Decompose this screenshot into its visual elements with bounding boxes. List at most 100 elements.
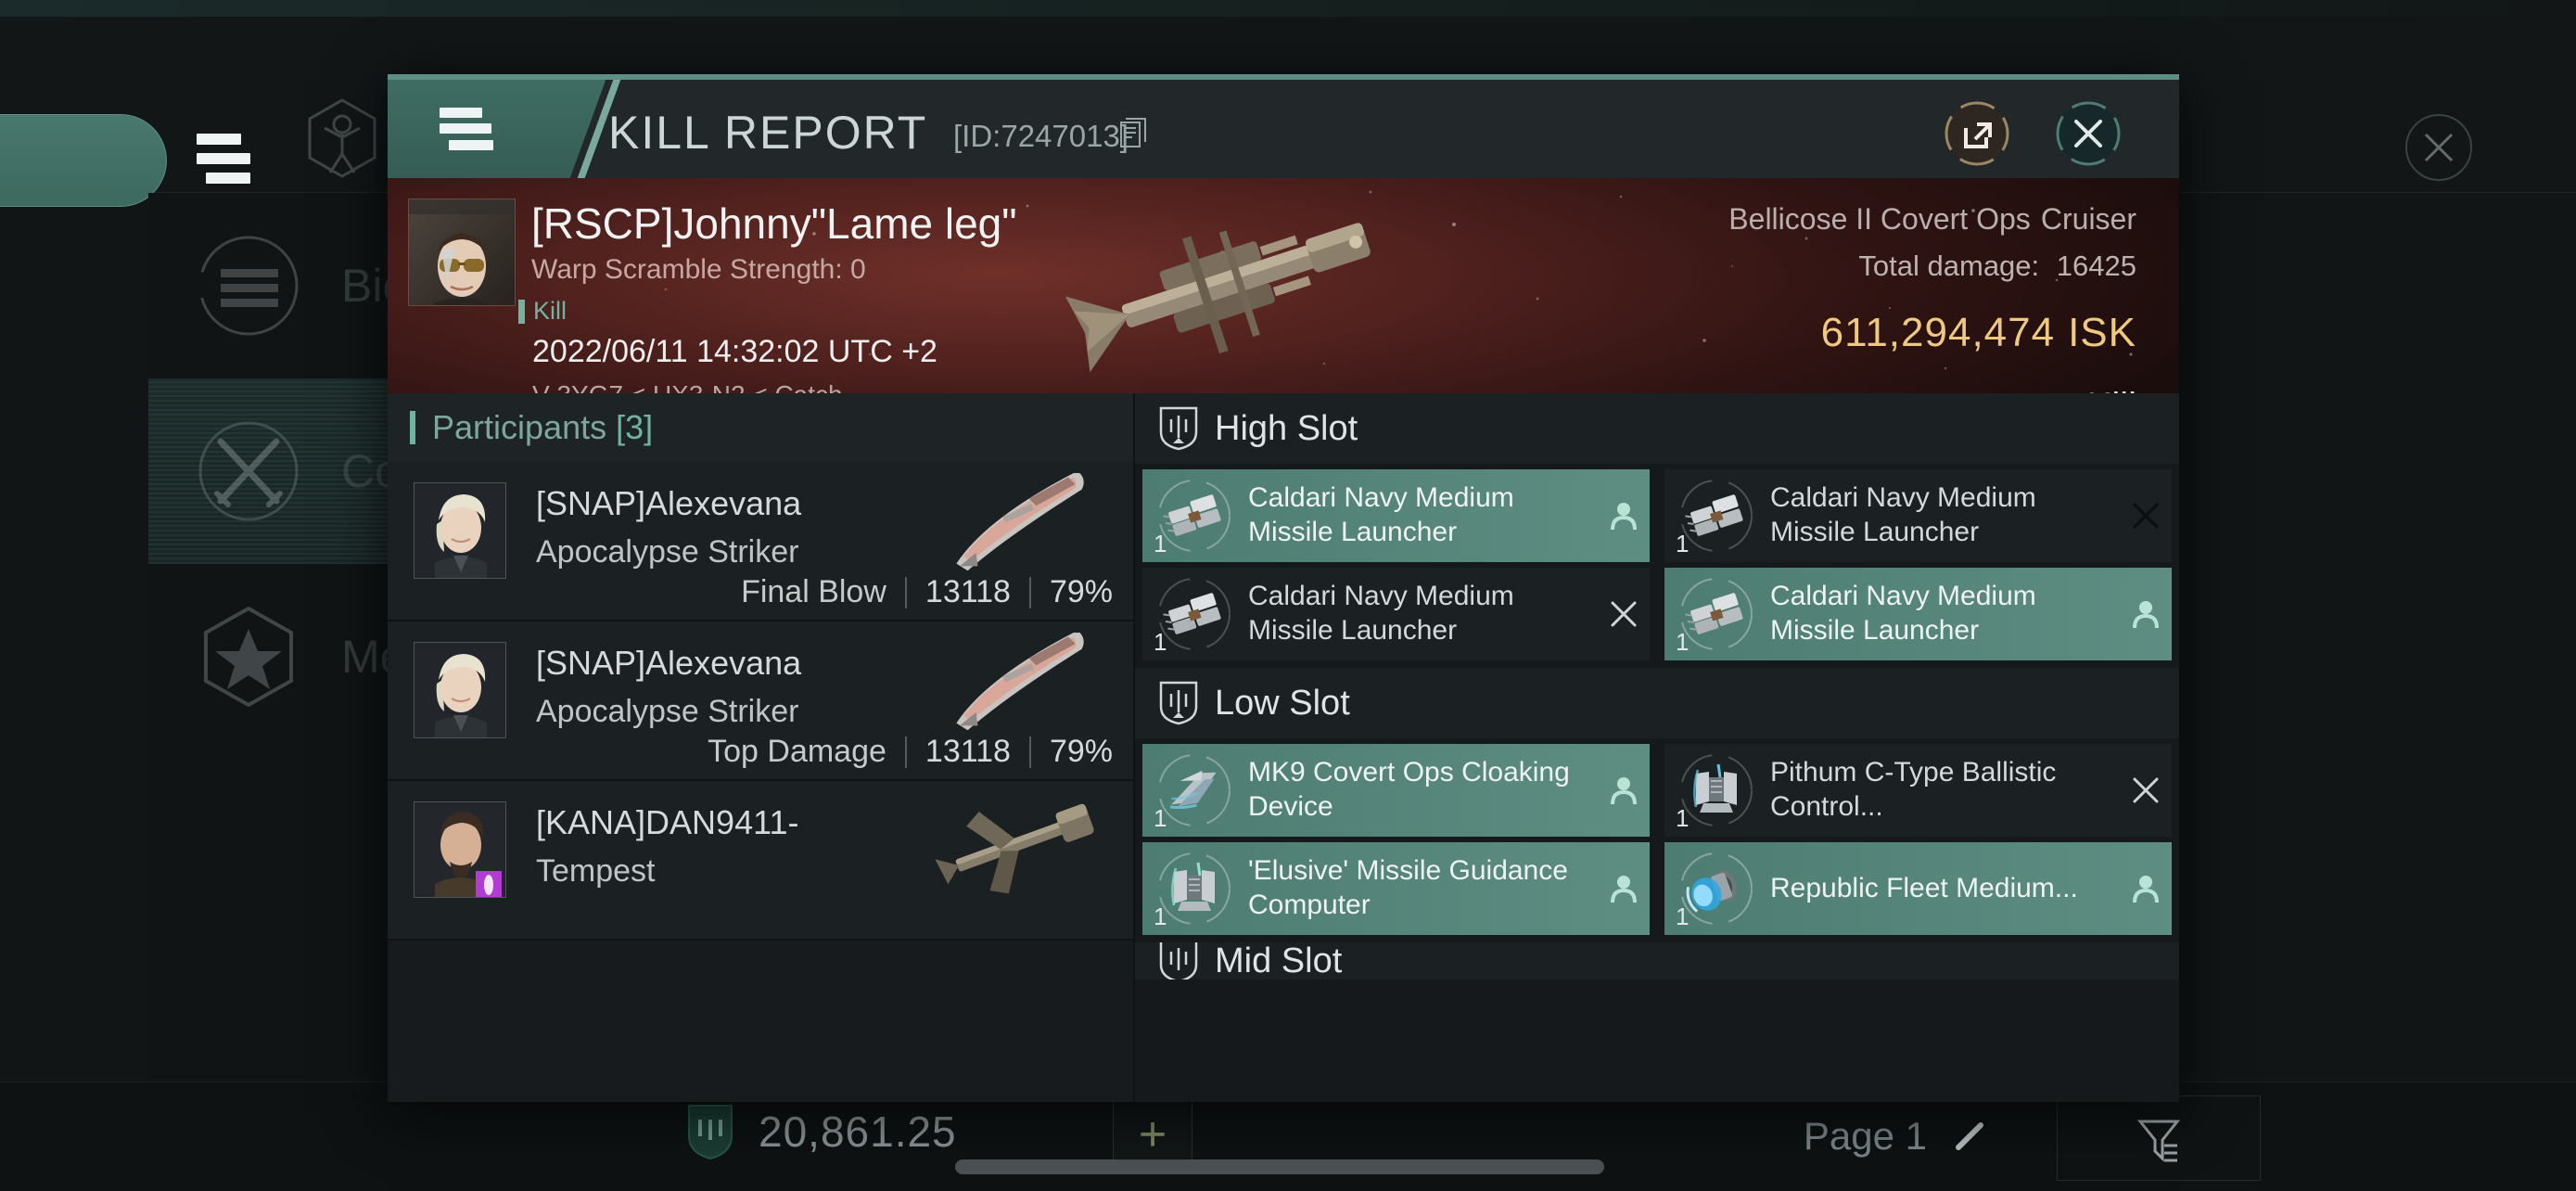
module-name: 'Elusive' Missile Guidance Computer bbox=[1248, 855, 1568, 920]
filter-icon bbox=[2136, 1120, 2181, 1162]
high-slot-modules: 1 Caldari Navy Medium Missile Launcher 1… bbox=[1135, 464, 2179, 660]
participant-percent: 79% bbox=[1049, 574, 1113, 609]
x-icon bbox=[2120, 500, 2172, 531]
module-cell: 1 Pithum C-Type Ballistic Control... bbox=[1657, 738, 2179, 837]
section-header-high-slot: High Slot bbox=[1135, 393, 2179, 464]
list-item[interactable]: 1 Caldari Navy Medium Missile Launcher bbox=[1142, 469, 1650, 562]
module-quantity: 1 bbox=[1676, 628, 1690, 656]
participant-ship: Tempest bbox=[536, 853, 656, 889]
kill-timestamp: 2022/06/11 14:32:02 UTC +2 bbox=[532, 334, 937, 369]
missile-launcher-icon: 1 bbox=[1154, 575, 1233, 656]
missile-launcher-icon: 1 bbox=[1676, 477, 1755, 557]
victim-ship-class: Cruiser bbox=[2040, 202, 2136, 236]
list-item[interactable]: 1 Caldari Navy Medium Missile Launcher bbox=[1664, 469, 2172, 562]
cloaking-device-icon: 1 bbox=[1154, 751, 1233, 832]
module-quantity: 1 bbox=[1676, 903, 1690, 930]
crossed-swords-icon bbox=[193, 416, 304, 527]
participant-stats: Final Blow 13118 79% bbox=[741, 574, 1113, 610]
section-header-mid-slot: Mid Slot bbox=[1135, 942, 2179, 980]
module-name: Caldari Navy Medium Missile Launcher bbox=[1770, 581, 2036, 646]
bellicose-ship-render bbox=[1037, 187, 1435, 382]
hamburger-icon[interactable] bbox=[440, 108, 501, 150]
person-icon bbox=[2120, 873, 2172, 904]
total-damage-value: 16425 bbox=[2056, 250, 2136, 282]
modal-body: Participants [3] [SNAP]Alexevana Apocaly… bbox=[388, 393, 2179, 1102]
module-name: Pithum C-Type Ballistic Control... bbox=[1770, 757, 2057, 822]
person-icon bbox=[1598, 775, 1650, 806]
list-item[interactable]: 1 Caldari Navy Medium Missile Launcher bbox=[1142, 568, 1650, 660]
module-quantity: 1 bbox=[1154, 530, 1167, 557]
avatar[interactable] bbox=[414, 482, 506, 579]
isk-shield-icon bbox=[686, 1103, 734, 1160]
list-icon bbox=[193, 230, 304, 341]
kill-report-modal: KILL REPORT [ID:7247013] [RSCP]Johnny"La… bbox=[388, 74, 2179, 1102]
module-quantity: 1 bbox=[1154, 903, 1167, 930]
module-quantity: 1 bbox=[1154, 804, 1167, 832]
victim-ship-summary: Bellicose II Covert Ops Cruiser Total da… bbox=[1728, 197, 2136, 393]
slot-shield-icon bbox=[1159, 681, 1198, 725]
module-cell: 1 MK9 Covert Ops Cloaking Device bbox=[1135, 738, 1657, 837]
table-row[interactable]: [SNAP]Alexevana Apocalypse Striker bbox=[388, 621, 1133, 781]
total-damage-label: Total damage: bbox=[1858, 250, 2040, 282]
list-item[interactable]: 1 Republic Fleet Medium... bbox=[1664, 842, 2172, 935]
isk-balance: 20,861.25 bbox=[686, 1103, 957, 1160]
slot-shield-icon bbox=[1159, 406, 1198, 451]
character-shield-icon bbox=[306, 98, 378, 178]
list-item[interactable]: 1 Pithum C-Type Ballistic Control... bbox=[1664, 744, 2172, 837]
isk-value: 611,294,474 bbox=[1820, 310, 2056, 355]
avatar[interactable] bbox=[414, 801, 506, 898]
isk-amount: 20,861.25 bbox=[759, 1108, 957, 1156]
section-title: Mid Slot bbox=[1215, 942, 1343, 980]
list-item[interactable]: 1 MK9 Covert Ops Cloaking Device bbox=[1142, 744, 1650, 837]
participant-name: [KANA]DAN9411- bbox=[536, 803, 799, 841]
avatar[interactable] bbox=[414, 642, 506, 738]
close-icon[interactable] bbox=[2404, 112, 2474, 183]
copy-icon[interactable] bbox=[1120, 117, 1148, 148]
participant-stats: Top Damage 13118 79% bbox=[708, 734, 1113, 770]
list-item[interactable]: 1 'Elusive' Missile Guidance Computer bbox=[1142, 842, 1650, 935]
warp-scramble-strength: Warp Scramble Strength: 0 bbox=[531, 254, 866, 285]
person-icon bbox=[2120, 598, 2172, 630]
ballistic-control-icon: 1 bbox=[1676, 751, 1755, 832]
table-row[interactable]: [SNAP]Alexevana Apocalypse Striker bbox=[388, 462, 1133, 621]
slot-shield-icon bbox=[1159, 942, 1198, 980]
x-icon bbox=[2120, 775, 2172, 806]
module-cell: 1 Republic Fleet Medium... bbox=[1657, 837, 2179, 935]
module-name: Caldari Navy Medium Missile Launcher bbox=[1770, 482, 2036, 547]
participants-label: Participants bbox=[432, 408, 607, 446]
module-cell: 1 Caldari Navy Medium Missile Launcher bbox=[1135, 464, 1657, 562]
guidance-computer-icon: 1 bbox=[1154, 850, 1233, 930]
module-quantity: 1 bbox=[1676, 530, 1690, 557]
next-page-icon[interactable] bbox=[1949, 1116, 1992, 1159]
kill-tag: Kill bbox=[517, 297, 567, 325]
module-cell: 1 Caldari Navy Medium Missile Launcher bbox=[1657, 562, 2179, 660]
participant-role: Final Blow bbox=[741, 574, 886, 609]
close-icon[interactable] bbox=[2055, 100, 2122, 167]
participants-column: Participants [3] [SNAP]Alexevana Apocaly… bbox=[388, 393, 1135, 1102]
module-cell: 1 'Elusive' Missile Guidance Computer bbox=[1135, 837, 1657, 935]
modal-titlebar: KILL REPORT [ID:7247013] bbox=[388, 80, 2179, 178]
share-external-icon[interactable] bbox=[1944, 100, 2010, 167]
participant-ship: Apocalypse Striker bbox=[536, 694, 799, 729]
horizontal-scrollbar[interactable] bbox=[955, 1159, 1604, 1174]
hamburger-icon[interactable] bbox=[197, 134, 261, 187]
kill-id-label: [ID:7247013] bbox=[953, 119, 1129, 153]
background-menu-pill[interactable] bbox=[0, 114, 167, 207]
page-indicator: Page 1 bbox=[1803, 1114, 1927, 1158]
missile-launcher-icon: 1 bbox=[1676, 575, 1755, 656]
section-header-low-slot: Low Slot bbox=[1135, 668, 2179, 738]
victim-name: [RSCP]Johnny"Lame leg" bbox=[531, 199, 1017, 248]
table-row[interactable]: [KANA]DAN9411- Tempest bbox=[388, 781, 1133, 941]
participant-ship: Apocalypse Striker bbox=[536, 534, 799, 570]
victim-portrait[interactable] bbox=[408, 198, 516, 306]
list-item[interactable]: 1 Caldari Navy Medium Missile Launcher bbox=[1664, 568, 2172, 660]
participant-name: [SNAP]Alexevana bbox=[536, 644, 802, 682]
filter-button[interactable] bbox=[2057, 1095, 2261, 1181]
module-cell: 1 Caldari Navy Medium Missile Launcher bbox=[1135, 562, 1657, 660]
person-icon bbox=[1598, 500, 1650, 531]
tempest-render bbox=[927, 792, 1113, 894]
participant-percent: 79% bbox=[1049, 734, 1113, 769]
participant-damage: 13118 bbox=[925, 734, 1011, 769]
module-name: MK9 Covert Ops Cloaking Device bbox=[1248, 757, 1570, 822]
kill-location: V-3YG7 < UX3-N2 < Catch bbox=[532, 380, 843, 393]
